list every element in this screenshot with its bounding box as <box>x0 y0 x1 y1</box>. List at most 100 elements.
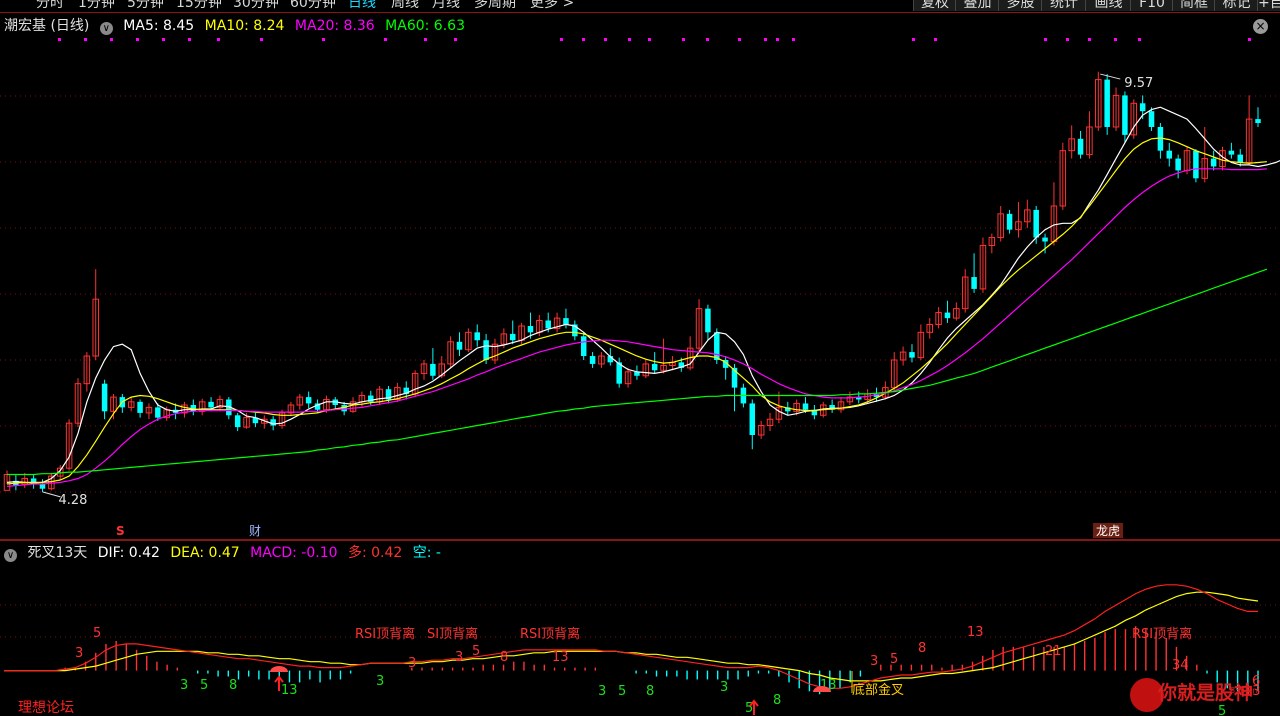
tool-button-5[interactable]: F10 <box>1130 0 1173 11</box>
candlestick-chart[interactable]: 9.57 4.28 S 财 龙虎 <box>0 38 1280 538</box>
period-tab-1[interactable]: 1分钟 <box>78 0 115 11</box>
candle-body <box>545 320 551 329</box>
tool-button-4[interactable]: 画线 <box>1085 0 1131 11</box>
candle <box>775 391 783 424</box>
tool-button-0[interactable]: 复权 <box>913 0 956 11</box>
period-tab-7[interactable]: 周线 <box>391 0 419 11</box>
period-tab-10[interactable]: 更多 > <box>530 0 574 11</box>
rsi-divergence-label: RSI顶背离 <box>1132 626 1192 642</box>
event-dot <box>384 38 387 41</box>
period-tab-0[interactable]: 分时 <box>36 0 64 11</box>
candle <box>190 399 197 416</box>
candle-body <box>474 332 480 341</box>
candle <box>447 336 454 368</box>
green-count-label: 3 <box>598 684 606 699</box>
green-count-label: 5 <box>200 678 208 693</box>
event-dot <box>776 38 779 41</box>
event-dot <box>322 38 325 41</box>
period-tab-9[interactable]: 多周期 <box>474 0 516 11</box>
candle <box>1050 182 1058 246</box>
candle-body <box>305 397 312 404</box>
candle <box>1024 199 1031 229</box>
tool-button-2[interactable]: 多股 <box>998 0 1042 11</box>
candle <box>1245 95 1253 165</box>
candle <box>1130 99 1138 139</box>
candle <box>1095 71 1102 131</box>
candle-body <box>1255 119 1261 124</box>
ma-line-ma10 <box>6 137 1267 485</box>
candle-body <box>1166 150 1173 159</box>
red-count-label: 13 <box>552 650 569 665</box>
tool-button-6[interactable]: 简框 <box>1172 0 1215 11</box>
period-tab-2[interactable]: 5分钟 <box>127 0 164 11</box>
candle <box>624 367 632 388</box>
candle <box>1255 107 1261 127</box>
candle <box>651 352 658 374</box>
candle-body <box>509 333 516 341</box>
period-tab-4[interactable]: 30分钟 <box>233 0 279 11</box>
period-tab-3[interactable]: 15分钟 <box>176 0 222 11</box>
candle <box>988 233 996 254</box>
red-count-label: 5 <box>93 626 101 641</box>
candle <box>1077 130 1084 159</box>
event-dot <box>188 38 191 41</box>
period-tab-8[interactable]: 月线 <box>432 0 460 11</box>
candle <box>1166 142 1173 167</box>
tool-button-8[interactable]: +自 <box>1257 0 1280 11</box>
candle <box>21 472 28 488</box>
candle <box>491 338 499 364</box>
candle-body <box>155 407 161 418</box>
macd-chart[interactable]: RSI顶背离 SI顶背离 RSI顶背离 RSI顶背离533 3 5 8 13 3 58132134… <box>0 565 1280 715</box>
candle-body <box>1104 79 1110 127</box>
high-marker-line <box>1100 73 1121 80</box>
candle-body <box>971 277 977 289</box>
candle-body <box>234 415 241 428</box>
period-tab-5[interactable]: 60分钟 <box>290 0 336 11</box>
candle <box>509 320 516 345</box>
tool-button-3[interactable]: 统计 <box>1041 0 1086 11</box>
candle <box>890 352 898 392</box>
rsi-divergence-label: SI顶背离 <box>427 626 478 642</box>
close-icon[interactable]: × <box>1253 19 1268 34</box>
candle <box>145 403 153 420</box>
indicator-toggle-icon[interactable]: ∨ <box>4 549 17 562</box>
candle <box>979 237 987 293</box>
candle <box>430 348 436 380</box>
candle <box>1122 91 1128 143</box>
candle-body <box>1228 150 1235 155</box>
candle-body <box>456 341 463 350</box>
candle <box>1068 125 1075 159</box>
red-count-label: 5 <box>890 652 898 667</box>
ma-toggle-icon[interactable]: ∨ <box>99 22 113 35</box>
candle <box>216 395 224 412</box>
candle <box>110 393 117 420</box>
candle <box>899 346 907 366</box>
candle-body <box>714 332 720 360</box>
event-dot <box>604 38 607 41</box>
macd-annotations: RSI顶背离 SI顶背离 RSI顶背离 RSI顶背离533 3 5 8 13 3 58132134… <box>75 625 1261 715</box>
macd-histogram <box>64 626 1259 695</box>
signal-icon-1 <box>270 666 288 672</box>
toolbar-divider <box>0 12 1280 13</box>
candle <box>1059 142 1067 210</box>
dif-value: DIF: 0.42 <box>97 545 160 561</box>
candle <box>1104 74 1110 135</box>
candle <box>917 324 925 360</box>
tool-button-1[interactable]: 叠加 <box>955 0 999 11</box>
event-dot <box>1114 38 1117 41</box>
candle <box>722 356 729 380</box>
candle <box>1157 123 1164 159</box>
candle-body <box>137 401 143 413</box>
candle <box>1175 154 1181 179</box>
green-count-label: 3 <box>720 680 728 695</box>
event-dot <box>582 38 585 41</box>
tool-button-7[interactable]: 标记 <box>1214 0 1258 11</box>
candle <box>1006 209 1013 234</box>
watermark-site: 856.cn <box>1230 686 1258 695</box>
stock-title: 潮宏基 (日线) <box>4 18 90 34</box>
candle <box>695 299 703 353</box>
candle <box>997 205 1004 242</box>
period-tab-6[interactable]: 日线 <box>348 0 376 11</box>
high-price-label: 9.57 <box>1124 76 1153 91</box>
candle <box>757 420 765 439</box>
